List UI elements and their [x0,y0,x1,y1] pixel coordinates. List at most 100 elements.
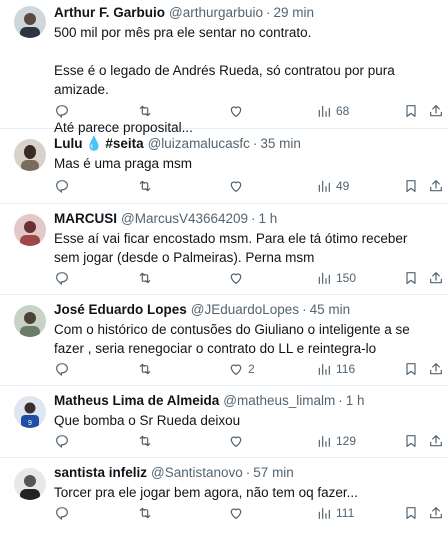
views-button[interactable]: 129 [316,431,356,451]
tweet[interactable]: santista infeliz @Santistanovo · 57 min … [0,458,448,534]
retweet-icon [139,180,151,192]
share-button[interactable] [428,268,444,288]
share-button[interactable] [428,431,444,451]
like-button[interactable] [228,503,248,523]
views-icon [318,105,330,117]
views-button[interactable]: 150 [316,268,356,288]
bookmark-button[interactable] [403,359,419,379]
share-icon [430,363,442,375]
tweet[interactable]: 9 Matheus Lima de Almeida @matheus_limal… [0,386,448,458]
timestamp[interactable]: 29 min [274,4,315,22]
views-count: 111 [336,506,355,520]
tweet-text: Mas é uma praga msm [54,154,440,173]
views-icon [318,435,330,447]
like-button[interactable] [228,431,248,451]
retweet-button[interactable] [137,359,153,379]
tweet-header: santista infeliz @Santistanovo · 57 min [54,464,440,482]
retweet-button[interactable] [137,268,153,288]
retweet-button[interactable] [137,101,153,121]
avatar[interactable] [14,214,46,246]
reply-feed: Arthur F. Garbuio @arthurgarbuio · 29 mi… [0,0,448,534]
author-name[interactable]: Matheus Lima de Almeida [54,392,219,410]
tweet[interactable]: Lulu 💧 #seita @luizamalucasfc · 35 min M… [0,129,448,204]
author-name[interactable]: José Eduardo Lopes [54,301,187,319]
views-icon [318,272,330,284]
share-icon [430,435,442,447]
views-button[interactable]: 49 [316,176,349,196]
reply-icon [56,272,68,286]
tweet-actions: 68 [54,101,448,121]
retweet-button[interactable] [137,503,153,523]
views-button[interactable]: 68 [316,101,349,121]
reply-button[interactable] [54,268,74,288]
bookmark-button[interactable] [403,176,419,196]
reply-button[interactable] [54,503,74,523]
bookmark-button[interactable] [403,101,419,121]
tweet-line: Torcer pra ele jogar bem agora, não tem … [54,485,358,500]
tweet-actions: 129 [54,431,448,451]
author-name[interactable]: MARCUSI [54,210,117,228]
bookmark-button[interactable] [403,431,419,451]
timestamp[interactable]: 45 min [310,301,351,319]
timestamp[interactable]: 1 h [259,210,278,228]
share-button[interactable] [428,359,444,379]
reply-button[interactable] [54,431,74,451]
views-count: 49 [336,179,350,193]
reply-button[interactable] [54,101,74,121]
bookmark-icon [406,435,416,447]
tweet-line: Que bomba o Sr Rueda deixou [54,413,241,428]
author-handle[interactable]: @luizamalucasfc [148,135,250,153]
author-name[interactable]: santista infeliz [54,464,147,482]
svg-text:9: 9 [28,420,32,427]
avatar[interactable] [14,139,46,171]
tweet[interactable]: MARCUSI @MarcusV43664209 · 1 h Esse aí v… [0,204,448,295]
share-button[interactable] [428,101,444,121]
retweet-button[interactable] [137,176,153,196]
reply-button[interactable] [54,359,74,379]
avatar[interactable] [14,305,46,337]
tweet-line: Esse aí vai ficar encostado msm. Para el… [54,231,408,265]
author-handle[interactable]: @MarcusV43664209 [121,210,248,228]
author-name[interactable]: Lulu [54,135,83,153]
heart-icon [230,364,242,375]
author-handle[interactable]: @Santistanovo [151,464,243,482]
reply-icon [56,363,68,377]
separator: · [252,136,258,151]
tweet-text: Com o histórico de contusões do Giuliano… [54,320,440,358]
avatar[interactable]: 9 [14,396,46,428]
retweet-icon [139,435,151,447]
share-button[interactable] [428,176,444,196]
tweet-actions: 111 [54,503,448,523]
heart-icon [230,436,242,447]
author-handle[interactable]: @matheus_limalm [223,392,335,410]
like-button[interactable] [228,176,248,196]
bookmark-icon [406,105,416,117]
views-button[interactable]: 111 [316,503,354,523]
author-name[interactable]: Arthur F. Garbuio [54,4,165,22]
avatar[interactable] [14,6,46,38]
timestamp[interactable]: 35 min [260,135,301,153]
tweet[interactable]: Arthur F. Garbuio @arthurgarbuio · 29 mi… [0,0,448,135]
author-handle[interactable]: @JEduardoLopes [191,301,299,319]
share-icon [430,507,442,519]
tweet-text: Torcer pra ele jogar bem agora, não tem … [54,483,440,502]
like-button[interactable] [228,268,248,288]
tweet-line: 500 mil por mês pra ele sentar no contra… [54,25,312,40]
tweet[interactable]: José Eduardo Lopes @JEduardoLopes · 45 m… [0,295,448,386]
share-icon [430,272,442,284]
like-button[interactable]: 2 [228,359,255,379]
share-button[interactable] [428,503,444,523]
bookmark-button[interactable] [403,268,419,288]
retweet-button[interactable] [137,431,153,451]
avatar[interactable] [14,468,46,500]
reply-button[interactable] [54,176,74,196]
separator: · [266,5,271,20]
timestamp[interactable]: 1 h [346,392,365,410]
bookmark-button[interactable] [403,503,419,523]
timestamp[interactable]: 57 min [253,464,294,482]
views-button[interactable]: 116 [316,359,355,379]
like-button[interactable] [228,101,248,121]
reply-icon [56,105,68,119]
author-handle[interactable]: @arthurgarbuio [169,4,263,22]
separator: · [245,465,251,480]
